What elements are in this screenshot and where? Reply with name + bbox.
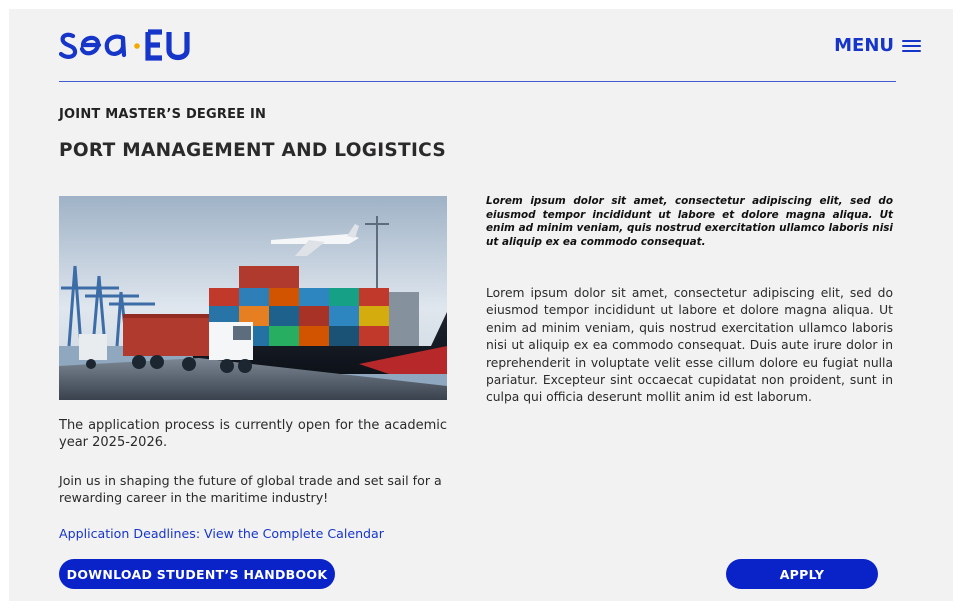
apply-button[interactable]: APPLY	[726, 559, 878, 589]
hamburger-icon	[902, 39, 921, 52]
call-to-action-text: Join us in shaping the future of global …	[59, 473, 442, 505]
sea-eu-logo-graphic	[59, 29, 190, 61]
application-deadlines-link[interactable]: Application Deadlines: View the Complete…	[59, 526, 384, 541]
page: MENU JOINT MASTER’S DEGREE IN PORT MANAG…	[9, 9, 953, 601]
download-handbook-button[interactable]: DOWNLOAD STUDENT’S HANDBOOK	[59, 559, 335, 589]
header-divider	[59, 81, 896, 82]
application-open-text: The application process is currently ope…	[59, 418, 447, 450]
lead-paragraph: Lorem ipsum dolor sit amet, consectetur …	[486, 195, 893, 248]
program-title: PORT MANAGEMENT AND LOGISTICS	[59, 140, 446, 161]
menu-label: MENU	[834, 35, 894, 56]
program-subtitle: JOINT MASTER’S DEGREE IN	[59, 107, 267, 122]
sea-eu-logo[interactable]	[59, 27, 209, 61]
body-paragraph: Lorem ipsum dolor sit amet, consectetur …	[486, 286, 893, 405]
cargo-ship-truck-plane-image	[59, 196, 447, 400]
menu-button[interactable]: MENU	[834, 35, 921, 56]
